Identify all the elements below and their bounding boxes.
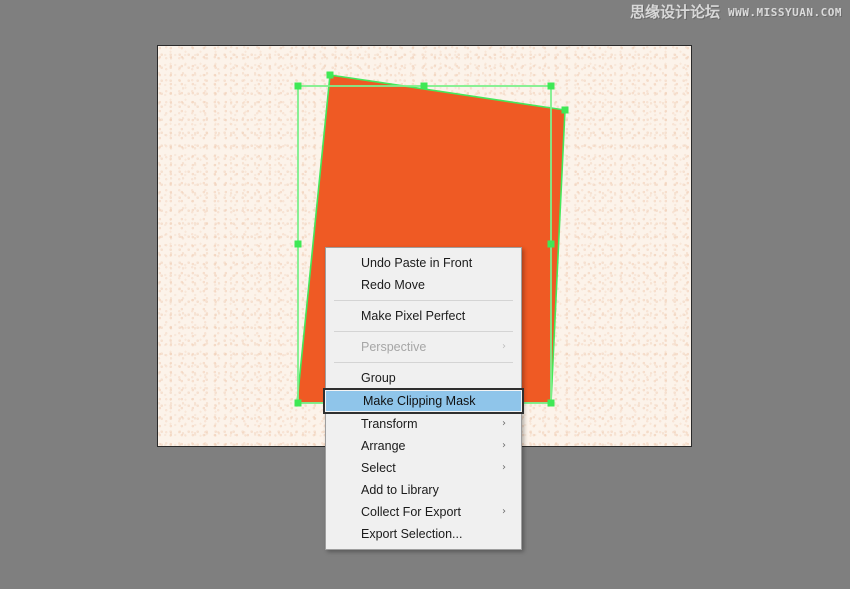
menu-separator <box>334 331 513 332</box>
menu-item-label: Select <box>361 461 396 475</box>
menu-item-label: Redo Move <box>361 278 425 292</box>
menu-item-undo-paste-in-front[interactable]: Undo Paste in Front <box>326 252 521 274</box>
menu-item-collect-for-export[interactable]: Collect For Export › <box>326 501 521 523</box>
menu-item-label: Add to Library <box>361 483 439 497</box>
watermark: 思缘设计论坛 WWW.MISSYUAN.COM <box>630 4 842 21</box>
chevron-right-icon: › <box>502 462 506 473</box>
menu-item-redo-move[interactable]: Redo Move <box>326 274 521 296</box>
menu-item-label: Export Selection... <box>361 527 463 541</box>
menu-item-export-selection[interactable]: Export Selection... <box>326 523 521 545</box>
menu-item-label: Make Clipping Mask <box>363 394 476 408</box>
menu-item-perspective: Perspective › <box>326 336 521 358</box>
menu-separator <box>334 362 513 363</box>
menu-item-make-pixel-perfect[interactable]: Make Pixel Perfect <box>326 305 521 327</box>
menu-item-label: Transform <box>361 417 418 431</box>
watermark-brand-text: 思缘设计论坛 <box>630 3 721 21</box>
illustrator-screenshot: 思缘设计论坛 WWW.MISSYUAN.COM Undo Paste in Fr… <box>0 0 850 589</box>
menu-separator <box>334 300 513 301</box>
menu-item-add-to-library[interactable]: Add to Library <box>326 479 521 501</box>
chevron-right-icon: › <box>502 440 506 451</box>
chevron-right-icon: › <box>502 341 506 352</box>
chevron-right-icon: › <box>502 506 506 517</box>
menu-item-label: Group <box>361 371 396 385</box>
menu-item-make-clipping-mask[interactable]: Make Clipping Mask <box>323 388 524 414</box>
menu-item-label: Arrange <box>361 439 406 453</box>
menu-item-transform[interactable]: Transform › <box>326 413 521 435</box>
menu-item-label: Collect For Export <box>361 505 462 519</box>
menu-item-group[interactable]: Group <box>326 367 521 389</box>
context-menu[interactable]: Undo Paste in Front Redo Move Make Pixel P… <box>323 247 524 550</box>
menu-item-label: Perspective <box>361 340 427 354</box>
menu-item-arrange[interactable]: Arrange › <box>326 435 521 457</box>
chevron-right-icon: › <box>502 418 506 429</box>
menu-item-label: Undo Paste in Front <box>361 256 473 270</box>
menu-item-select[interactable]: Select › <box>326 457 521 479</box>
menu-item-label: Make Pixel Perfect <box>361 309 466 323</box>
watermark-url-text: WWW.MISSYUAN.COM <box>728 6 842 19</box>
